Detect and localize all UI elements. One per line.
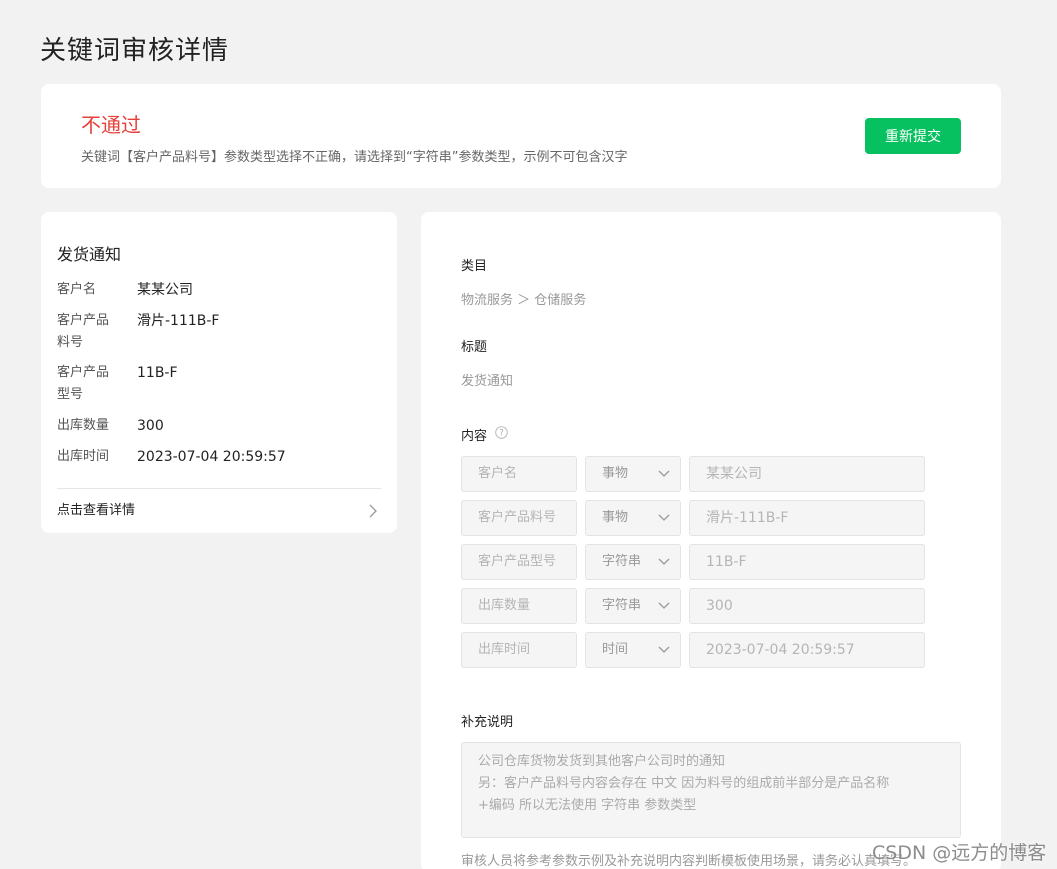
supplement-line: 另：客户产品料号内容会存在 中文 因为料号的组成前半部分是产品名称 (478, 776, 890, 791)
review-status-card: 不通过 关键词【客户产品料号】参数类型选择不正确，请选择到“字符串”参数类型，示… (41, 84, 1001, 188)
info-key: 出库时间 (57, 449, 110, 464)
help-icon[interactable]: ? (495, 426, 508, 439)
param-type-select[interactable]: 字符串 (585, 588, 681, 624)
param-row: 客户产品型号 字符串 11B-F (461, 544, 925, 580)
chevron-down-icon (658, 470, 670, 477)
param-example-field[interactable]: 某某公司 (689, 456, 925, 492)
keyword-detail-card: 类目 物流服务 ＞ 仓储服务 标题 发货通知 内容 ? 客户名 事物 某某公司 … (421, 212, 1001, 869)
info-value: 某某公司 (137, 282, 193, 298)
param-row: 出库时间 时间 2023-07-04 20:59:57 (461, 632, 925, 668)
supplement-label: 补充说明 (461, 715, 514, 730)
chevron-down-icon (658, 646, 670, 653)
param-name-field[interactable]: 出库数量 (461, 588, 577, 624)
param-name-field[interactable]: 客户名 (461, 456, 577, 492)
chevron-right-icon (369, 504, 377, 518)
info-key: 客户产品型号 (57, 365, 110, 402)
param-example-field[interactable]: 滑片-111B-F (689, 500, 925, 536)
supplement-line: +编码 所以无法使用 字符串 参数类型 (478, 798, 697, 813)
info-value: 300 (137, 418, 164, 434)
divider (57, 488, 381, 489)
category-label: 类目 (461, 259, 488, 274)
rejection-reason: 关键词【客户产品料号】参数类型选择不正确，请选择到“字符串”参数类型，示例不可包… (81, 150, 628, 165)
param-type-select[interactable]: 事物 (585, 500, 681, 536)
info-value: 滑片-111B-F (137, 313, 220, 329)
view-details-label: 点击查看详情 (57, 503, 136, 518)
notice-preview-card: 发货通知 客户名 某某公司 客户产品料号 滑片-111B-F 客户产品型号 11… (41, 212, 397, 533)
param-type-select[interactable]: 事物 (585, 456, 681, 492)
notice-title: 发货通知 (57, 245, 122, 264)
title-label: 标题 (461, 340, 488, 355)
param-example-field[interactable]: 2023-07-04 20:59:57 (689, 632, 925, 668)
param-name-field[interactable]: 出库时间 (461, 632, 577, 668)
status-title: 不通过 (81, 113, 141, 137)
supplement-line: 公司仓库货物发货到其他客户公司时的通知 (478, 754, 726, 769)
resubmit-button[interactable]: 重新提交 (865, 118, 961, 154)
svg-text:?: ? (499, 429, 504, 439)
param-type-select[interactable]: 字符串 (585, 544, 681, 580)
title-value: 发货通知 (461, 374, 514, 389)
info-key: 出库数量 (57, 418, 110, 433)
info-value: 11B-F (137, 365, 178, 381)
watermark: CSDN @远方的博客 (872, 842, 1047, 864)
page-title: 关键词审核详情 (40, 36, 230, 66)
param-name-field[interactable]: 客户产品料号 (461, 500, 577, 536)
info-key: 客户产品料号 (57, 313, 110, 350)
param-row: 出库数量 字符串 300 (461, 588, 925, 624)
chevron-down-icon (658, 514, 670, 521)
param-type-select[interactable]: 时间 (585, 632, 681, 668)
chevron-down-icon (658, 602, 670, 609)
param-type-value: 事物 (602, 510, 629, 525)
param-type-value: 时间 (602, 642, 629, 657)
category-value: 物流服务 ＞ 仓储服务 (461, 293, 587, 308)
param-type-value: 字符串 (602, 598, 642, 613)
view-details-link[interactable]: 点击查看详情 (57, 502, 381, 524)
param-example-field[interactable]: 11B-F (689, 544, 925, 580)
param-type-value: 事物 (602, 466, 629, 481)
param-row: 客户产品料号 事物 滑片-111B-F (461, 500, 925, 536)
content-label: 内容 (461, 429, 488, 444)
info-value: 2023-07-04 20:59:57 (137, 449, 286, 465)
param-example-field[interactable]: 300 (689, 588, 925, 624)
info-key: 客户名 (57, 282, 97, 297)
chevron-down-icon (658, 558, 670, 565)
param-row: 客户名 事物 某某公司 (461, 456, 925, 492)
supplement-textarea[interactable]: 公司仓库货物发货到其他客户公司时的通知 另：客户产品料号内容会存在 中文 因为料… (461, 742, 961, 838)
param-name-field[interactable]: 客户产品型号 (461, 544, 577, 580)
param-type-value: 字符串 (602, 554, 642, 569)
review-hint: 审核人员将参考参数示例及补充说明内容判断模板使用场景，请务必认真填写。 (461, 854, 917, 869)
